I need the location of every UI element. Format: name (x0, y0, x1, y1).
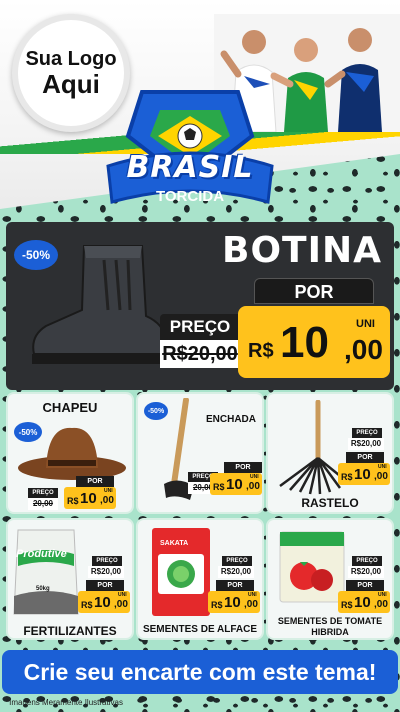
price-box: R$ 10 ,00 UNI (208, 591, 260, 613)
por-label: POR (86, 580, 124, 591)
price-decimal: ,00 (100, 495, 114, 506)
old-price: 20,00 (28, 498, 58, 510)
old-price: R$20,00 (348, 438, 384, 450)
featured-por-label: POR (254, 278, 374, 304)
product-name: CHAPEU (42, 400, 98, 415)
fertilizer-weight-label: 50kg (36, 586, 50, 592)
logo-line-2: Aqui (42, 68, 100, 99)
price-integer: 10 (80, 490, 97, 507)
badge-subtitle: TORCIDA (155, 188, 225, 205)
price-integer: 10 (224, 594, 241, 611)
preco-label: PREÇO (352, 556, 382, 566)
price-decimal: ,00 (374, 599, 388, 610)
fertilizer-brand-label: Produtive (16, 548, 67, 560)
featured-unit: UNI (356, 318, 375, 330)
price-box: R$ 10 ,00 UNI (210, 473, 262, 495)
price-box: R$ 10 ,00 UNI (338, 463, 390, 485)
unit: UNI (250, 474, 259, 480)
featured-preco-label: PREÇO (160, 314, 240, 340)
seed-brand-label: SAKATA (160, 540, 189, 547)
unit: UNI (118, 592, 127, 598)
boot-image (32, 245, 168, 364)
product-card-sementes-tomate[interactable]: PREÇO R$20,00 POR R$ 10 ,00 UNI SEMENTES… (266, 518, 394, 640)
currency: R$ (81, 600, 93, 610)
featured-price-box: R$ 10 ,00 UNI (238, 306, 390, 378)
price-box: R$ 10 ,00 UNI (64, 487, 116, 509)
product-name: FERTILIZANTES (23, 624, 117, 638)
tomato-seed-packet-image (279, 531, 345, 603)
por-label: POR (346, 580, 384, 591)
currency: R$ (341, 472, 353, 482)
brasil-torcida-badge: BRASIL TORCIDA (102, 84, 278, 220)
featured-old-price: R$20,00 (160, 340, 240, 368)
price-decimal: ,00 (114, 599, 128, 610)
featured-price-integer: 10 (280, 318, 329, 367)
old-price: R$20,00 (348, 566, 384, 578)
price-integer: 10 (354, 594, 371, 611)
product-card-enchada[interactable]: ENCHADA -50% PREÇO 20,00 POR R$ 10 ,00 U… (136, 392, 264, 514)
currency: R$ (213, 482, 225, 492)
product-card-sementes-alface[interactable]: SAKATA PREÇO R$20,00 POR R$ 10 ,00 UNI S… (136, 518, 264, 640)
product-card-rastelo[interactable]: PREÇO R$20,00 POR R$ 10 ,00 UNI RASTELO (266, 392, 394, 514)
price-decimal: ,00 (246, 481, 260, 492)
por-label: POR (346, 452, 384, 463)
badge-title: BRASIL (126, 150, 254, 185)
unit: UNI (248, 592, 257, 598)
old-price: R$20,00 (88, 566, 124, 578)
currency: R$ (211, 600, 223, 610)
preco-label: PREÇO (222, 556, 252, 566)
product-card-chapeu[interactable]: CHAPEU -50% PREÇO 20,00 POR R$ 10 ,00 UN… (6, 392, 134, 514)
old-price: R$20,00 (218, 566, 254, 578)
por-label: POR (216, 580, 254, 591)
currency: R$ (67, 496, 79, 506)
product-name: SEMENTES DE ALFACE (142, 624, 258, 635)
price-box: R$ 10 ,00 UNI (338, 591, 390, 613)
por-label: POR (224, 462, 262, 473)
unit: UNI (378, 592, 387, 598)
price-box: R$ 10 ,00 UNI (78, 591, 130, 613)
unit: UNI (104, 488, 113, 494)
featured-currency: R$ (248, 340, 274, 362)
image-disclaimer: *Imagens Meramente Ilustrativas (6, 698, 123, 707)
product-name: SEMENTES DE TOMATE HIBRIDA (277, 616, 383, 637)
preco-label: PREÇO (92, 556, 122, 566)
featured-product-name: BOTINA (222, 230, 382, 271)
price-integer: 10 (94, 594, 111, 611)
price-integer: 10 (226, 476, 243, 493)
product-name: RASTELO (301, 496, 359, 510)
preco-label: PREÇO (352, 428, 382, 438)
preco-label: PREÇO (28, 488, 58, 498)
featured-price-decimal: ,00 (344, 334, 383, 365)
price-integer: 10 (354, 466, 371, 483)
product-card-fertilizantes[interactable]: Produtive 50kg PREÇO R$20,00 POR R$ 10 ,… (6, 518, 134, 640)
price-decimal: ,00 (244, 599, 258, 610)
logo-line-1: Sua Logo (25, 47, 117, 70)
create-flyer-cta-button[interactable]: Crie seu encarte com este tema! (2, 650, 398, 694)
unit: UNI (378, 464, 387, 470)
currency: R$ (341, 600, 353, 610)
product-name: ENCHADA (206, 414, 256, 425)
fertilizer-bag-image (13, 529, 79, 615)
price-decimal: ,00 (374, 471, 388, 482)
por-label: POR (76, 476, 114, 487)
